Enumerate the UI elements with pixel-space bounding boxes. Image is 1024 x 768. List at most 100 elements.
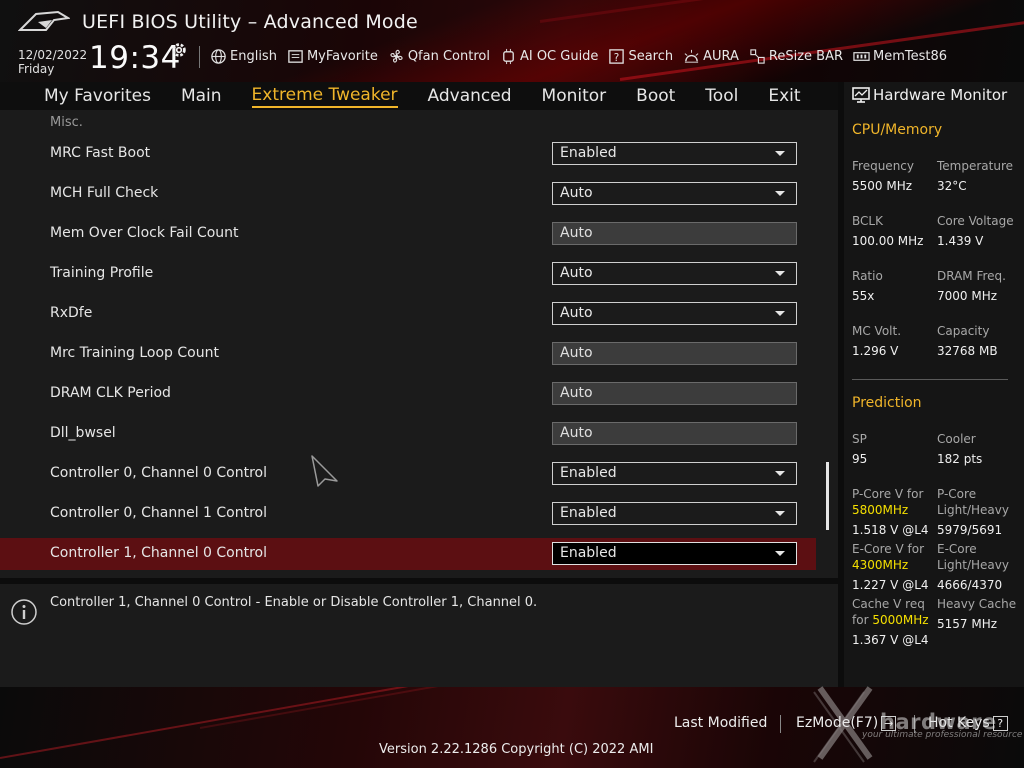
tab-my-favorites[interactable]: My Favorites [44,84,151,108]
hw-value: 32768 MB [937,344,998,358]
section-label: Misc. [50,115,83,130]
setting-dropdown[interactable]: Enabled [552,142,797,165]
hw-heavy-cache: Heavy Cache 5157 MHz [937,596,1016,632]
memory-module-icon [853,51,870,61]
toolbar-ai-oc-guide-label: AI OC Guide [519,48,599,64]
setting-value: Auto [560,345,593,361]
hw-label: Ratio [852,269,883,283]
main-menu-bar: My Favorites Main Extreme Tweaker Advanc… [0,82,838,110]
setting-row-mem-over-clock-fail-count[interactable]: Mem Over Clock Fail Count Auto [0,218,816,250]
setting-row-rxdfe[interactable]: RxDfe Auto [0,298,816,330]
hardware-monitor-label: Hardware Monitor [873,86,1008,104]
setting-label: DRAM CLK Period [50,385,171,401]
hw-ecore-voltage: E-Core V for 4300MHz 1.227 V @L4 [852,541,929,593]
hardware-monitor-title: Hardware Monitor [852,86,1007,104]
hw-value: 1.227 V @L4 [852,578,929,592]
fan-icon [390,49,403,63]
toolbar-ai-oc-guide-button[interactable]: AI OC Guide [500,48,598,65]
hw-frequency-highlight: 5800MHz [852,503,909,517]
hw-label: Frequency [852,159,914,173]
watermark-subtitle: your ultimate professional resource [862,730,1023,740]
weekday-text: Friday [18,62,55,76]
hw-value: 1.439 V [937,234,984,248]
tab-extreme-tweaker[interactable]: Extreme Tweaker [251,85,398,108]
setting-row-dram-clk-period[interactable]: DRAM CLK Period Auto [0,378,816,410]
version-text: Version 2.22.1286 Copyright (C) 2022 AMI [379,742,654,757]
setting-label: RxDfe [50,305,93,321]
hw-label: Core Voltage [937,214,1014,228]
hw-value: 7000 MHz [937,289,998,303]
setting-row-controller0-channel1[interactable]: Controller 0, Channel 1 Control Enabled [0,498,816,530]
setting-row-training-profile[interactable]: Training Profile Auto [0,258,816,290]
favorite-list-icon [288,49,303,63]
tab-boot[interactable]: Boot [636,84,675,108]
setting-input[interactable]: Auto [552,342,797,365]
hw-label: SP [852,432,867,446]
setting-label: Training Profile [50,265,154,281]
date-text: 12/02/2022 [18,48,88,62]
hw-mc-volt: MC Volt. 1.296 V [852,323,901,359]
tab-exit[interactable]: Exit [768,84,800,108]
question-box-icon: ? [609,48,625,64]
toolbar: English MyFavorite Qfan Control AI OC Gu… [210,46,957,66]
scrollbar-thumb[interactable] [826,462,829,530]
setting-dropdown[interactable]: Auto [552,182,797,205]
setting-dropdown[interactable]: Auto [552,302,797,325]
setting-dropdown[interactable]: Enabled [552,542,797,565]
setting-input[interactable]: Auto [552,382,797,405]
header-bar: UEFI BIOS Utility – Advanced Mode 12/02/… [0,0,1024,82]
setting-row-mch-full-check[interactable]: MCH Full Check Auto [0,178,816,210]
toolbar-myfavorite-button[interactable]: MyFavorite [287,48,378,65]
mouse-cursor-icon [311,455,338,487]
hw-label: MC Volt. [852,324,902,338]
setting-input[interactable]: Auto [552,222,797,245]
tab-tool[interactable]: Tool [705,84,738,108]
setting-row-dll-bwsel[interactable]: Dll_bwsel Auto [0,418,816,450]
tab-advanced[interactable]: Advanced [428,84,512,108]
hw-core-voltage: Core Voltage 1.439 V [937,213,1014,249]
toolbar-qfan-button[interactable]: Qfan Control [388,48,490,65]
last-modified-button[interactable]: Last Modified [674,715,767,731]
settings-list: Misc. MRC Fast Boot Enabled MCH Full Che… [0,110,838,578]
chevron-down-icon [775,151,785,156]
hw-label: E-Core V for [852,542,925,556]
hw-label: Capacity [937,324,990,338]
toolbar-search-label: Search [628,48,674,64]
rog-logo-icon [18,10,70,31]
hw-label: for [852,613,869,627]
date-display: 12/02/2022 Friday [18,48,87,76]
decorative-stripe [199,687,595,729]
setting-row-controller1-channel0[interactable]: Controller 1, Channel 0 Control Enabled [0,538,816,570]
setting-label: Controller 0, Channel 1 Control [50,505,268,521]
setting-dropdown[interactable]: Auto [552,262,797,285]
gear-icon[interactable] [170,41,188,59]
setting-value: Auto [560,385,593,401]
setting-row-mrc-training-loop-count[interactable]: Mrc Training Loop Count Auto [0,338,816,370]
toolbar-memtest-button[interactable]: MemTest86 [853,48,947,65]
setting-input[interactable]: Auto [552,422,797,445]
tab-monitor[interactable]: Monitor [542,84,607,108]
toolbar-resize-bar-button[interactable]: ReSize BAR [749,48,843,65]
hw-value: 182 pts [937,452,983,466]
hw-label: Temperature [937,159,1014,173]
hw-ratio: Ratio 55x [852,268,883,304]
tab-main[interactable]: Main [181,84,222,108]
toolbar-qfan-label: Qfan Control [407,48,490,64]
aura-light-icon [684,49,699,63]
toolbar-search-button[interactable]: ? Search [608,48,673,65]
hw-value: 1.296 V [852,344,899,358]
clock-display[interactable]: 19:34 [89,40,181,76]
setting-dropdown[interactable]: Enabled [552,462,797,485]
hw-frequency-highlight: 4300MHz [852,558,909,572]
toolbar-aura-button[interactable]: AURA [683,48,739,65]
toolbar-language-button[interactable]: English [210,48,277,65]
help-panel: Controller 1, Channel 0 Control - Enable… [0,584,838,687]
setting-row-mrc-fast-boot[interactable]: MRC Fast Boot Enabled [0,138,816,170]
setting-label: MCH Full Check [50,185,159,201]
setting-value: Enabled [560,545,617,561]
monitor-icon [852,87,870,103]
setting-row-controller0-channel0[interactable]: Controller 0, Channel 0 Control Enabled [0,458,816,490]
setting-dropdown[interactable]: Enabled [552,502,797,525]
hw-label: Cooler [937,432,976,446]
hw-value: 5157 MHz [937,617,998,631]
